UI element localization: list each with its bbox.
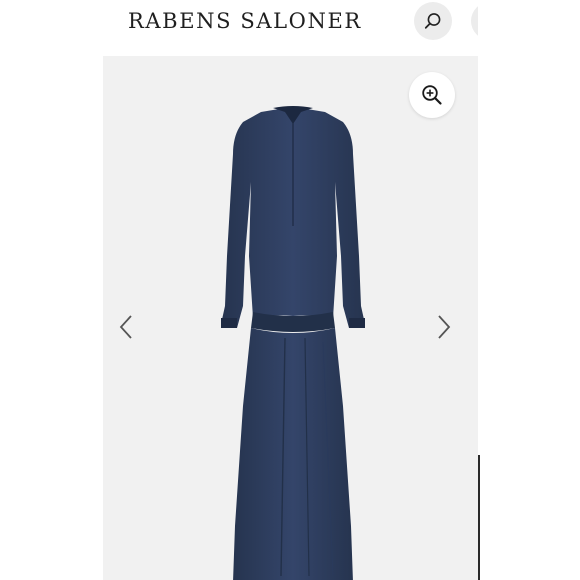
site-header: RABENS SALONER bbox=[103, 0, 478, 56]
chevron-right-icon[interactable] bbox=[437, 314, 451, 340]
divider bbox=[478, 455, 480, 580]
zoom-in-icon bbox=[422, 85, 442, 105]
product-image bbox=[221, 106, 365, 580]
search-button[interactable] bbox=[414, 2, 452, 40]
brand-logo[interactable]: RABENS SALONER bbox=[128, 6, 362, 36]
zoom-button[interactable] bbox=[409, 72, 455, 118]
search-icon bbox=[424, 13, 441, 29]
chevron-left-icon[interactable] bbox=[119, 314, 133, 340]
left-margin bbox=[0, 0, 103, 580]
right-margin bbox=[478, 0, 580, 580]
product-image-gallery[interactable] bbox=[103, 56, 478, 580]
menu-button[interactable] bbox=[471, 2, 478, 40]
product-page: RABENS SALONER bbox=[103, 0, 478, 580]
